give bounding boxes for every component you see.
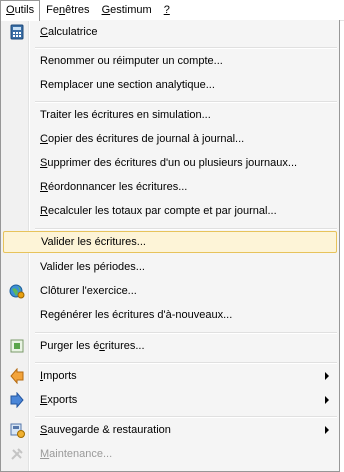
menu-item-calculatrice[interactable]: Calculatrice xyxy=(3,21,337,43)
menu-item-mnemonic: M xyxy=(40,448,50,460)
menu-item-remplacer-section[interactable]: Remplacer une section analytique... xyxy=(3,74,337,96)
menu-item-sauvegarde-restauration[interactable]: Sauvegarde & restauration xyxy=(3,419,337,441)
menu-separator xyxy=(35,362,337,364)
calculator-icon xyxy=(3,21,30,43)
menu-item-copier-ecritures[interactable]: Copier des écritures de journal à journa… xyxy=(3,128,337,150)
menu-fenetres[interactable]: Fenêtres xyxy=(40,0,95,20)
menu-item-label-pre: Purger les é xyxy=(40,340,100,352)
menu-item-purger-ecritures[interactable]: Purger les écritures... xyxy=(3,335,337,357)
export-icon xyxy=(3,389,30,411)
menu-item-supprimer-ecritures[interactable]: Supprimer des écritures d'un ou plusieur… xyxy=(3,152,337,174)
menu-help-mnemonic: ? xyxy=(163,4,170,16)
menu-item-label: Regénérer les écritures d'à-nouveaux... xyxy=(40,309,233,321)
menu-item-imports[interactable]: Imports xyxy=(3,365,337,387)
menu-item-traiter-simulation[interactable]: Traiter les écritures en simulation... xyxy=(3,104,337,126)
menu-gestimum-label: estimum xyxy=(110,4,152,16)
menu-separator xyxy=(35,47,337,49)
menu-item-label-post: aintenance... xyxy=(49,448,113,460)
menu-item-label: Imports xyxy=(30,370,77,382)
globe-close-year-icon xyxy=(3,280,30,302)
menu-item-label-post: ecalculer les totaux par compte et par j… xyxy=(47,205,277,217)
purge-icon xyxy=(3,335,30,357)
menu-item-label: Maintenance... xyxy=(30,448,112,460)
menu-item-label: Supprimer des écritures d'un ou plusieur… xyxy=(30,157,297,169)
menu-fenetres-label: êtres xyxy=(65,4,90,16)
menu-item-label: Sauvegarde & restauration xyxy=(30,424,171,436)
menu-item-mnemonic: C xyxy=(40,26,48,38)
menu-separator xyxy=(35,228,337,230)
menu-item-label: Traiter les écritures en simulation... xyxy=(40,109,211,121)
menu-gestimum[interactable]: Gestimum xyxy=(96,0,158,20)
outils-dropdown-menu: Calculatrice Renommer ou réimputer un co… xyxy=(0,20,340,472)
menu-gestimum-mnemonic: G xyxy=(101,4,111,16)
menu-item-label: Purger les écritures... xyxy=(30,340,145,352)
backup-icon xyxy=(3,419,30,441)
menu-item-label: Valider les écritures... xyxy=(41,236,146,248)
menu-item-label-post: alculatrice xyxy=(47,26,98,38)
menu-item-reordonnancer-ecritures[interactable]: Réordonnancer les écritures... xyxy=(3,176,337,198)
menu-item-valider-periodes[interactable]: Valider les périodes... xyxy=(3,256,337,278)
menu-item-renommer-compte[interactable]: Renommer ou réimputer un compte... xyxy=(3,50,337,72)
menu-item-exports[interactable]: Exports xyxy=(3,389,337,411)
submenu-arrow-icon xyxy=(325,372,329,380)
menu-item-maintenance: Maintenance... xyxy=(3,443,337,465)
menu-item-label: Exports xyxy=(30,394,77,406)
menu-item-mnemonic: C xyxy=(40,133,48,145)
menu-outils-label: utils xyxy=(14,3,35,16)
menu-item-label-post: éordonnancer les écritures... xyxy=(47,181,188,193)
menu-item-label: Recalculer les totaux par compte et par … xyxy=(30,205,277,217)
menu-item-label: Copier des écritures de journal à journa… xyxy=(30,133,244,145)
menu-item-mnemonic: R xyxy=(40,181,48,193)
menu-item-mnemonic: R xyxy=(40,205,48,217)
menu-item-label: Clôturer l'exercice... xyxy=(40,285,137,297)
menu-item-label-post: xports xyxy=(47,394,78,406)
menu-item-cloturer-exercice[interactable]: Clôturer l'exercice... xyxy=(3,280,337,302)
submenu-arrow-icon xyxy=(325,396,329,404)
menu-outils-mnemonic: O xyxy=(6,3,15,16)
menu-item-label-post: mports xyxy=(43,370,77,382)
menu-item-label-post: auvegarde & restauration xyxy=(47,424,171,436)
menu-item-label-post: upprimer des écritures d'un ou plusieurs… xyxy=(47,157,298,169)
menu-fenetres-label-pre: Fe xyxy=(46,4,59,16)
import-icon xyxy=(3,365,30,387)
menu-item-label-post: opier des écritures de journal à journal… xyxy=(47,133,245,145)
menu-item-label: Renommer ou réimputer un compte... xyxy=(40,55,223,67)
menu-separator xyxy=(35,101,337,103)
menu-item-label-post: ritures... xyxy=(104,340,145,352)
menu-item-label: Remplacer une section analytique... xyxy=(40,79,215,91)
menu-separator xyxy=(35,416,337,418)
menu-item-label: Valider les périodes... xyxy=(40,261,145,273)
menu-bar: Outils Fenêtres Gestimum ? xyxy=(0,0,344,21)
menu-outils[interactable]: Outils xyxy=(0,0,41,21)
menu-item-label: Calculatrice xyxy=(30,26,97,38)
submenu-arrow-icon xyxy=(325,426,329,434)
menu-item-recalculer-totaux[interactable]: Recalculer les totaux par compte et par … xyxy=(3,200,337,222)
menu-item-label: Réordonnancer les écritures... xyxy=(30,181,187,193)
menu-item-regenerer-a-nouveaux[interactable]: Regénérer les écritures d'à-nouveaux... xyxy=(3,304,337,326)
menu-item-valider-ecritures[interactable]: Valider les écritures... xyxy=(3,231,337,253)
menu-help[interactable]: ? xyxy=(158,0,176,20)
maintenance-icon xyxy=(3,443,30,465)
menu-separator xyxy=(35,332,337,334)
